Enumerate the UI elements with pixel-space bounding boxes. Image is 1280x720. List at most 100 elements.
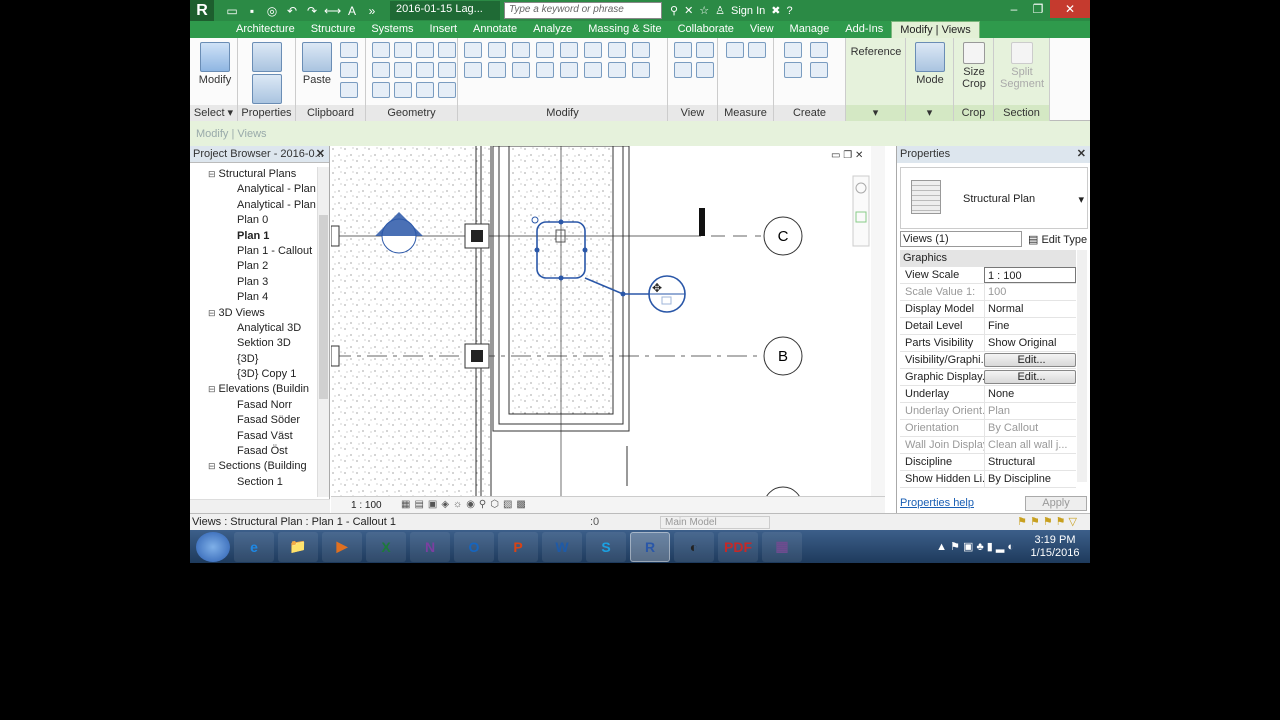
project-browser-hscrollbar[interactable] (190, 499, 330, 513)
size-crop-button[interactable]: Size Crop (958, 42, 990, 90)
property-value[interactable]: 1 : 100 (984, 267, 1076, 283)
tree-group[interactable]: 3D Views (190, 306, 316, 321)
paste-button[interactable]: Paste (302, 42, 332, 86)
split-gap-icon[interactable] (584, 42, 602, 58)
taskbar-app[interactable]: ◐ (674, 531, 714, 562)
ribbon-tab-massing-site[interactable]: Massing & Site (580, 21, 669, 38)
close-icon[interactable]: ✕ (316, 146, 325, 163)
tree-item[interactable]: Sektion 3D (190, 336, 316, 351)
measure-icon-btn[interactable] (726, 42, 744, 58)
sync-icon[interactable]: ◎ (264, 4, 280, 18)
wall-joins-icon[interactable] (438, 42, 456, 58)
taskbar-app[interactable]: R (630, 531, 670, 562)
split-face-icon[interactable] (394, 62, 412, 78)
help-icon[interactable]: ? (787, 5, 793, 17)
tree-item[interactable]: Analytical 3D (190, 321, 316, 336)
cope-icon[interactable] (372, 42, 390, 58)
hide-icon[interactable] (674, 42, 692, 58)
ribbon-tab-manage[interactable]: Manage (782, 21, 838, 38)
paint-icon[interactable] (416, 62, 434, 78)
canvas-scrollbar[interactable] (871, 146, 885, 496)
redo-icon[interactable]: ↷ (304, 4, 320, 18)
array-icon[interactable] (560, 62, 578, 78)
property-value[interactable]: Normal (984, 301, 1076, 317)
scale-icon[interactable] (632, 42, 650, 58)
tree-item[interactable]: Plan 1 (190, 229, 316, 244)
edit-type-button[interactable]: ▤ Edit Type (1028, 233, 1087, 246)
move-icon[interactable] (464, 62, 482, 78)
ribbon-tab-structure[interactable]: Structure (303, 21, 364, 38)
tree-item[interactable]: Plan 1 - Callout (190, 244, 316, 259)
application-menu-button[interactable]: R (190, 0, 214, 21)
taskbar-app[interactable]: P (498, 531, 538, 562)
trim-single-icon[interactable] (584, 62, 602, 78)
halftone-icon[interactable] (696, 62, 714, 78)
ribbon-tab-analyze[interactable]: Analyze (525, 21, 580, 38)
taskbar-app[interactable]: O (454, 531, 494, 562)
align-icon[interactable] (464, 42, 482, 58)
trim-extend-icon[interactable] (536, 62, 554, 78)
callout-grip[interactable] (558, 275, 564, 281)
taskbar-app[interactable]: e (234, 531, 274, 562)
similar-icon[interactable] (810, 62, 828, 78)
taskbar-app[interactable]: W (542, 531, 582, 562)
properties-help-link[interactable]: Properties help (900, 497, 974, 509)
minimize-icon[interactable]: – (1002, 0, 1026, 18)
cut-geometry-icon[interactable] (394, 42, 412, 58)
join-icon[interactable] (416, 42, 434, 58)
leader-grip[interactable] (620, 291, 626, 297)
dimension-icon[interactable] (748, 42, 766, 58)
tree-group[interactable]: Sections (Building (190, 459, 316, 474)
properties-scrollbar[interactable] (1077, 250, 1087, 482)
ribbon-tab-view[interactable]: View (742, 21, 782, 38)
tree-item[interactable]: Analytical - Plan (190, 198, 316, 213)
edit-button[interactable]: Edit... (984, 353, 1076, 367)
user-icon[interactable]: ♙ (715, 4, 725, 17)
unpin-icon[interactable] (608, 62, 626, 78)
beam-join-icon[interactable] (394, 82, 412, 98)
override-icon[interactable] (696, 42, 714, 58)
undo-icon[interactable]: ↶ (284, 4, 300, 18)
type-properties-icon[interactable] (252, 74, 282, 104)
drawing-area[interactable]: C B ✥ ▭ ❐ ✕ 1: 100 ▦▤▣◈☼◉⚲⬡▧▩ (331, 146, 885, 513)
remove-paint-icon[interactable] (416, 82, 434, 98)
properties-button[interactable] (252, 42, 282, 106)
ribbon-tab-architecture[interactable]: Architecture (228, 21, 303, 38)
tree-item[interactable]: Fasad Öst (190, 444, 316, 459)
project-browser-scrollbar[interactable] (317, 167, 329, 497)
property-value[interactable]: Fine (984, 318, 1076, 334)
mirror-axis-icon[interactable] (512, 42, 530, 58)
ribbon-tab-insert[interactable]: Insert (422, 21, 466, 38)
offset-icon[interactable] (488, 42, 506, 58)
plan-view-canvas[interactable]: C B ✥ ▭ ❐ ✕ (331, 146, 871, 496)
create-parts-icon[interactable] (784, 62, 802, 78)
taskbar-app[interactable]: X (366, 531, 406, 562)
tree-item[interactable]: Fasad Söder (190, 413, 316, 428)
open-icon[interactable]: ▭ (224, 4, 240, 18)
uncut-icon[interactable] (372, 62, 390, 78)
search-input[interactable]: Type a keyword or phrase (504, 2, 662, 19)
taskbar-app[interactable]: N (410, 531, 450, 562)
measure-icon[interactable]: ⟷ (324, 4, 341, 18)
callout-rotate-grip[interactable] (531, 216, 539, 224)
hammer-icon[interactable] (438, 82, 456, 98)
view-window-controls[interactable]: ▭ ❐ ✕ (831, 150, 863, 161)
properties-group-header[interactable]: Graphics (900, 250, 1076, 267)
unjoin-icon[interactable] (372, 82, 390, 98)
start-button[interactable] (196, 531, 230, 562)
active-model-select[interactable]: Main Model (660, 516, 770, 529)
close-icon[interactable]: ✕ (1050, 0, 1090, 18)
tree-item[interactable]: Plan 0 (190, 213, 316, 228)
ribbon-tab-systems[interactable]: Systems (363, 21, 421, 38)
more-icon[interactable]: » (364, 4, 380, 18)
selection-filter-icons[interactable]: ⚑⚑⚑⚑▽ (1017, 515, 1080, 528)
create-assembly-icon[interactable] (784, 42, 802, 58)
favorites-icon[interactable]: ☆ (699, 4, 709, 17)
tree-item[interactable]: Fasad Väst (190, 429, 316, 444)
reference-button[interactable]: Reference (850, 46, 902, 58)
tree-group[interactable]: Elevations (Buildin (190, 382, 316, 397)
chevron-down-icon[interactable]: ▾ (1078, 193, 1084, 206)
restore-icon[interactable]: ❐ (1026, 0, 1050, 18)
tree-item[interactable]: {3D} (190, 352, 316, 367)
save-icon[interactable]: ▪ (244, 4, 260, 18)
